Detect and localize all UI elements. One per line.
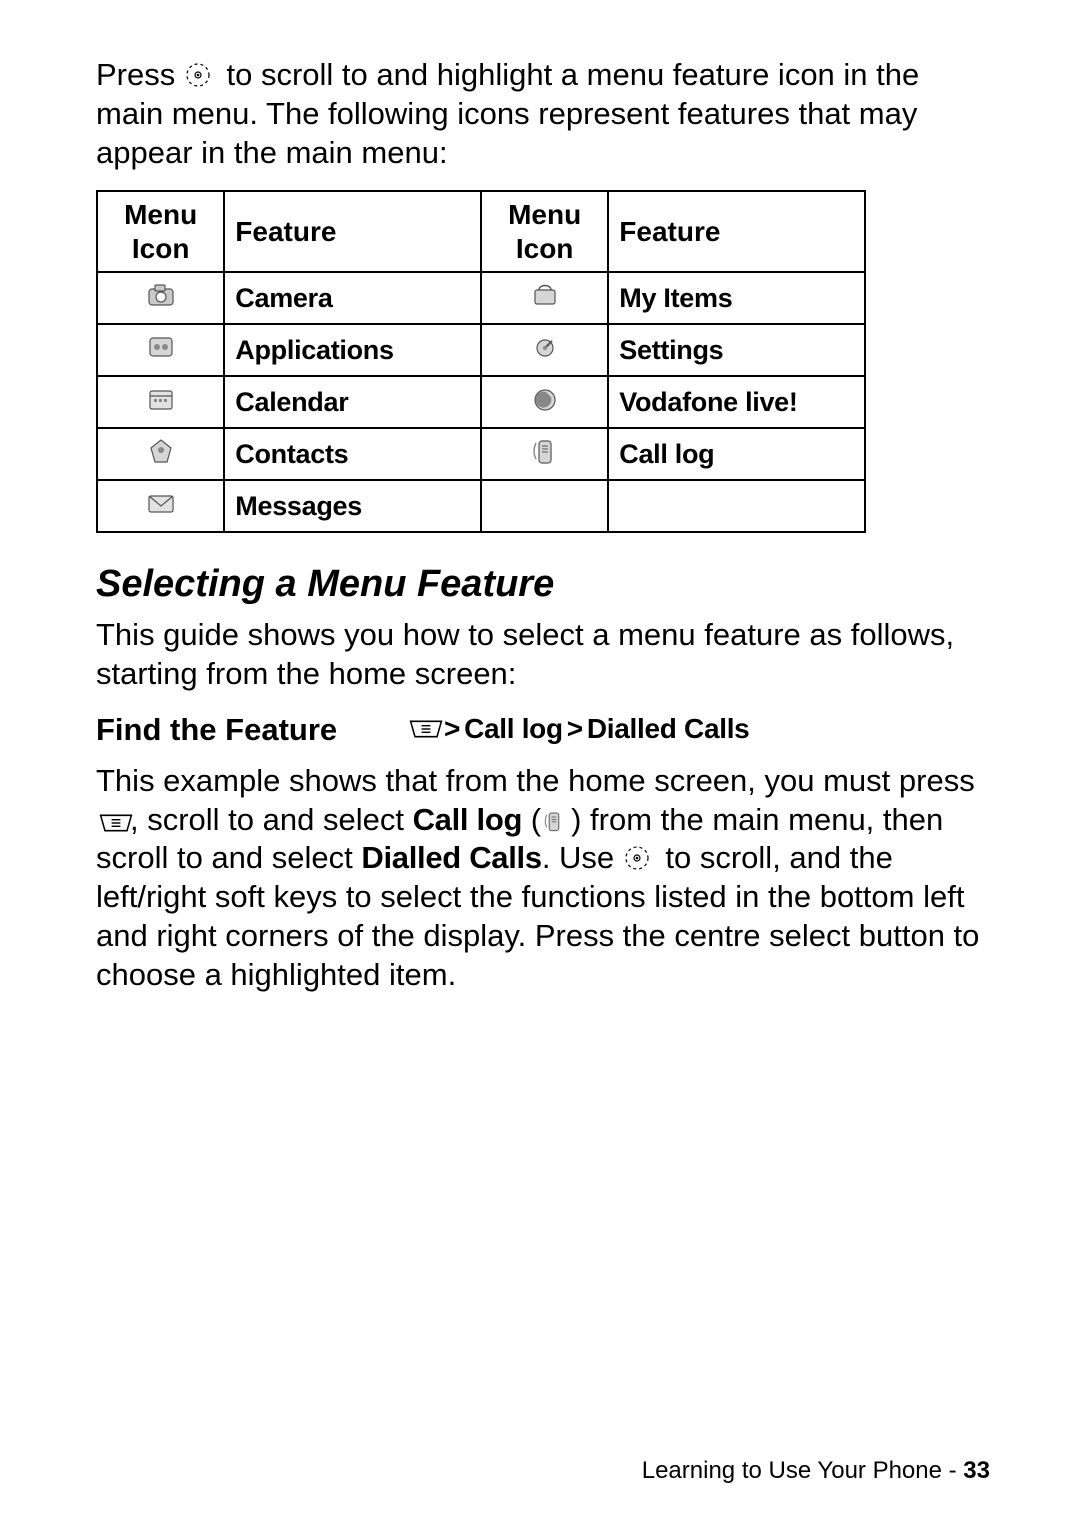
- find-feature-path: > Call log > Dialled Calls: [406, 713, 749, 745]
- intro-suffix: to scroll to and highlight a menu featur…: [96, 57, 919, 170]
- bold-call-log: Call log: [413, 802, 523, 837]
- feature-applications: Applications: [224, 324, 481, 376]
- feature-calendar: Calendar: [224, 376, 481, 428]
- feature-settings: Settings: [608, 324, 865, 376]
- feature-my-items: My Items: [608, 272, 865, 324]
- messages-icon: [144, 488, 178, 518]
- feature-contacts: Contacts: [224, 428, 481, 480]
- feature-call-log: Call log: [608, 428, 865, 480]
- table-row: Camera My Items: [97, 272, 865, 324]
- th-menu-icon-left: Menu Icon: [97, 191, 224, 272]
- example-paragraph: This example shows that from the home sc…: [96, 762, 990, 995]
- th-menu-icon-right: Menu Icon: [481, 191, 608, 272]
- settings-icon: [528, 332, 562, 362]
- nav-key-icon: [623, 843, 657, 871]
- nav-key-icon: [184, 60, 218, 88]
- call-log-icon: [541, 804, 571, 828]
- empty-feature-cell: [608, 480, 865, 532]
- table-row: Messages: [97, 480, 865, 532]
- section-heading: Selecting a Menu Feature: [96, 563, 990, 606]
- feature-messages: Messages: [224, 480, 481, 532]
- bold-dialled-calls: Dialled Calls: [361, 840, 541, 875]
- table-row: Calendar Vodafone live!: [97, 376, 865, 428]
- menu-key-icon: [96, 805, 130, 833]
- empty-icon-cell: [481, 480, 608, 532]
- path-dialled-calls: Dialled Calls: [587, 713, 750, 745]
- find-the-feature-row: Find the Feature > Call log > Dialled Ca…: [96, 712, 990, 748]
- contacts-icon: [144, 436, 178, 466]
- vodafone-live-icon: [528, 384, 562, 414]
- section-intro: This guide shows you how to select a men…: [96, 616, 990, 694]
- page-number: 33: [963, 1457, 990, 1484]
- gt-separator: >: [567, 713, 583, 745]
- path-call-log: Call log: [464, 713, 563, 745]
- intro-paragraph: Press to scroll to and highlight a menu …: [96, 56, 990, 172]
- camera-icon: [144, 280, 178, 310]
- table-row: Applications Settings: [97, 324, 865, 376]
- find-feature-label: Find the Feature: [96, 712, 406, 748]
- th-feature-left: Feature: [224, 191, 481, 272]
- th-feature-right: Feature: [608, 191, 865, 272]
- menu-key-icon: [406, 715, 440, 743]
- applications-icon: [144, 332, 178, 362]
- table-row: Contacts Call log: [97, 428, 865, 480]
- intro-prefix: Press: [96, 57, 184, 92]
- gt-separator: >: [444, 713, 460, 745]
- call-log-icon: [528, 436, 562, 466]
- feature-vodafone-live: Vodafone live!: [608, 376, 865, 428]
- page-footer: Learning to Use Your Phone - 33: [642, 1457, 990, 1485]
- footer-text: Learning to Use Your Phone -: [642, 1457, 964, 1484]
- menu-icon-table: Menu Icon Feature Menu Icon Feature Came…: [96, 190, 866, 533]
- feature-camera: Camera: [224, 272, 481, 324]
- my-items-icon: [528, 280, 562, 310]
- calendar-icon: [144, 384, 178, 414]
